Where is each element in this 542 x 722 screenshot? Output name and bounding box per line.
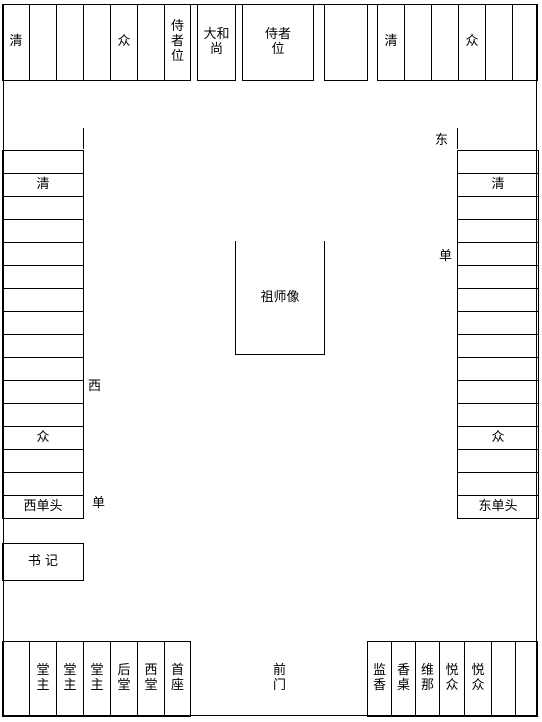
- west-seat-11: [2, 380, 84, 404]
- top-seat-11: 清: [377, 4, 405, 81]
- top-seat-8: 大和尚: [197, 4, 236, 81]
- top-seat-5: 众: [110, 4, 138, 81]
- east-seat-13: 众: [457, 426, 539, 450]
- west-seat-7: [2, 288, 84, 312]
- west-seat-12: [2, 403, 84, 427]
- west-seat-3: [2, 196, 84, 220]
- east-seat-7: [457, 288, 539, 312]
- bottom-left-seat-3: 堂 主: [56, 641, 84, 717]
- east-seat-2: 清: [457, 173, 539, 197]
- west-seat-2: 清: [2, 173, 84, 197]
- west-column-lead-line: [83, 128, 84, 149]
- bottom-right-seat-7: [515, 641, 538, 717]
- bottom-right-seat-1: 监 香: [367, 641, 392, 717]
- east-seat-10: [457, 357, 539, 381]
- top-seat-4: [83, 4, 111, 81]
- east-label-lower: 单: [439, 249, 453, 264]
- west-seat-5: [2, 242, 84, 266]
- top-seat-15: [485, 4, 513, 81]
- east-label-upper: 东: [435, 133, 449, 148]
- bottom-left-seat-6: 西 堂: [137, 641, 165, 717]
- bottom-right-seat-2: 香 桌: [391, 641, 416, 717]
- east-seat-1: [457, 150, 539, 174]
- east-seat-14: [457, 449, 539, 473]
- bottom-right-seat-5: 悦 众: [464, 641, 492, 717]
- center-altar-base: [235, 354, 325, 355]
- west-seat-16: 西单头: [2, 495, 84, 519]
- bottom-left-seat-5: 后 堂: [110, 641, 138, 717]
- bottom-right-seat-6: [491, 641, 516, 717]
- top-seat-end: [512, 4, 538, 81]
- bottom-right-seat-4: 悦 众: [439, 641, 465, 717]
- west-seat-9: [2, 334, 84, 358]
- west-seat-6: [2, 265, 84, 289]
- front-gate: 前 门: [272, 663, 286, 693]
- bottom-left-seat-4: 堂 主: [83, 641, 111, 717]
- top-seat-7: 侍者 位: [164, 4, 191, 81]
- east-seat-12: [457, 403, 539, 427]
- east-seat-16: 东单头: [457, 495, 539, 519]
- east-seat-5: [457, 242, 539, 266]
- east-seat-9: [457, 334, 539, 358]
- west-seat-15: [2, 472, 84, 496]
- top-seat-10: [324, 4, 368, 81]
- top-seat-14: 众: [458, 4, 486, 81]
- bottom-left-seat-7: 首 座: [164, 641, 191, 717]
- west-seat-13: 众: [2, 426, 84, 450]
- east-seat-8: [457, 311, 539, 335]
- top-seat-12: [404, 4, 432, 81]
- east-seat-4: [457, 219, 539, 243]
- top-seat-2: [29, 4, 57, 81]
- west-seat-8: [2, 311, 84, 335]
- secretary-seat: 书 记: [2, 543, 84, 581]
- west-seat-4: [2, 219, 84, 243]
- top-seat-6: [137, 4, 165, 81]
- east-seat-6: [457, 265, 539, 289]
- west-seat-14: [2, 449, 84, 473]
- bottom-left-seat-2: 堂 主: [29, 641, 57, 717]
- east-seat-11: [457, 380, 539, 404]
- east-seat-15: [457, 472, 539, 496]
- top-seat-3: [56, 4, 84, 81]
- west-label-upper: 西: [88, 379, 102, 394]
- bottom-left-seat-1: [2, 641, 30, 717]
- west-label-lower: 单: [92, 496, 106, 511]
- top-seat-1: 清: [2, 4, 30, 81]
- top-seat-9: 侍者 位: [242, 4, 314, 81]
- center-altar-label: 祖师像: [260, 290, 300, 305]
- bottom-right-seat-3: 维 那: [415, 641, 440, 717]
- west-seat-10: [2, 357, 84, 381]
- meditation-hall-layout: 清众侍者 位大和尚 侍者 位清众 清众西单头 清众东单头 西 单 东 单 祖师像 …: [0, 0, 542, 722]
- top-seat-13: [431, 4, 459, 81]
- west-seat-1: [2, 150, 84, 174]
- east-seat-3: [457, 196, 539, 220]
- east-column-lead-line: [457, 128, 458, 149]
